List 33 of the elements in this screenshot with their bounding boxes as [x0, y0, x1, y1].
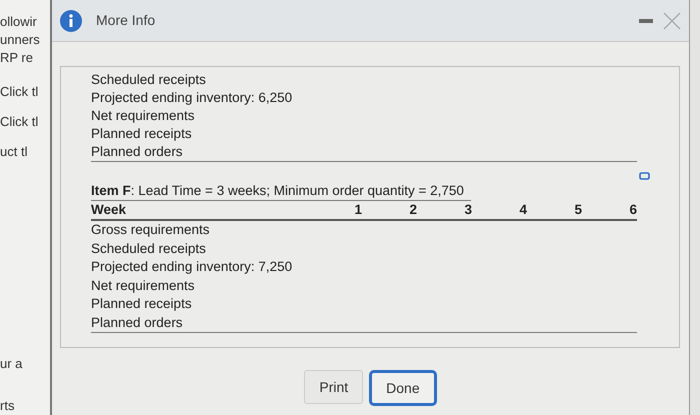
column-header: 1: [353, 201, 362, 219]
column-header: Week: [91, 201, 128, 219]
background-text: rts: [0, 398, 16, 414]
row-label: Net requirements: [91, 276, 196, 295]
item-heading: Item F: Lead Time = 3 weeks; Minimum order quantity = 2,750: [91, 182, 471, 201]
column-header: 3: [463, 201, 472, 219]
row-label: Projected ending inventory: 6,250: [91, 89, 294, 107]
background-text: Click tl: [0, 114, 40, 130]
info-icon: [60, 10, 82, 32]
row-label: Planned receipts: [91, 295, 193, 313]
row-label: Scheduled receipts: [91, 240, 207, 258]
background-text: unners: [0, 32, 41, 48]
background-text: ollowir: [0, 14, 38, 30]
row-label: Gross requirements: [91, 221, 211, 239]
row-label: Planned orders: [91, 314, 184, 332]
expand-icon[interactable]: [639, 172, 651, 182]
row-label: Scheduled receipts: [91, 71, 207, 89]
row-label: Planned orders: [91, 143, 184, 161]
dialog-button[interactable]: Print: [304, 370, 364, 404]
dialog-button[interactable]: Done: [369, 370, 437, 406]
background-text: ur a: [0, 356, 24, 372]
window-title: More Info: [96, 11, 156, 30]
column-header: 6: [628, 201, 637, 219]
column-header: 4: [518, 201, 527, 219]
row-label: Planned receipts: [91, 125, 193, 143]
background-text: RP re: [0, 50, 34, 66]
background-text: Click tl: [0, 84, 40, 100]
row-label: Net requirements: [91, 107, 196, 125]
minimize-icon[interactable]: [639, 18, 653, 22]
column-header: 2: [408, 201, 417, 219]
column-header: 5: [573, 201, 582, 219]
background-text: uct tl: [0, 144, 28, 160]
row-label: Projected ending inventory: 7,250: [91, 258, 294, 276]
